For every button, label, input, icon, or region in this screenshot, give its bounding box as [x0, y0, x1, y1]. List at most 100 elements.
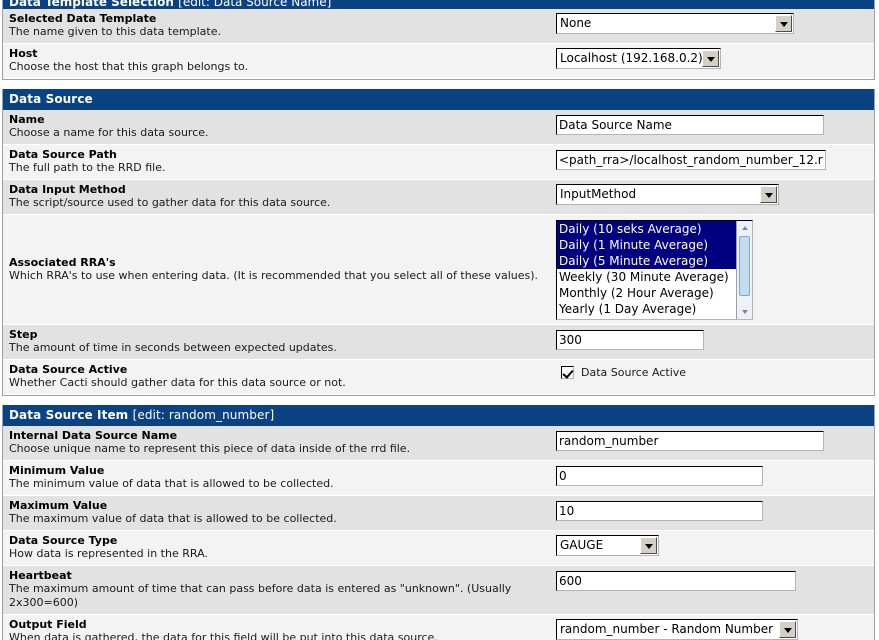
row-data-input-method: Data Input Method The script/source used…: [3, 180, 874, 215]
data-input-method-select[interactable]: InputMethod: [556, 184, 779, 205]
row-selected-data-template: Selected Data Template The name given to…: [3, 9, 874, 44]
listbox-scrollbar[interactable]: [736, 220, 752, 319]
field-cell: InputMethod: [556, 180, 874, 209]
label-cell: Data Source Active Whether Cacti should …: [3, 360, 556, 394]
field-label: Output Field: [9, 618, 87, 631]
panel-data-source-item: Data Source Item [edit: random_number] I…: [2, 405, 875, 640]
label-cell: Minimum Value The minimum value of data …: [3, 461, 556, 495]
row-maximum-value: Maximum Value The maximum value of data …: [3, 496, 874, 531]
data-source-active-checkbox-group[interactable]: Data Source Active: [556, 364, 874, 379]
field-description: Whether Cacti should gather data for thi…: [9, 376, 346, 389]
field-label: Internal Data Source Name: [9, 429, 178, 442]
name-input[interactable]: [556, 115, 824, 135]
scrollbar-thumb[interactable]: [739, 235, 750, 296]
field-cell: [556, 145, 874, 174]
label-cell: Selected Data Template The name given to…: [3, 9, 556, 43]
heartbeat-input[interactable]: [556, 571, 796, 591]
field-description: Choose unique name to represent this pie…: [9, 442, 411, 455]
field-cell: [556, 496, 874, 525]
field-cell: None: [556, 9, 874, 38]
field-description: The full path to the RRD file.: [9, 161, 166, 174]
row-internal-data-source-name: Internal Data Source Name Choose unique …: [3, 426, 874, 461]
maximum-value-input[interactable]: [556, 501, 763, 521]
field-description: The name given to this data template.: [9, 25, 221, 38]
cacti-data-source-edit-page: Data Template Selection [edit: Data Sour…: [0, 0, 879, 640]
list-item[interactable]: Daily (10 seks Average): [557, 220, 736, 237]
chevron-down-icon[interactable]: [775, 15, 792, 32]
row-heartbeat: Heartbeat The maximum amount of time tha…: [3, 566, 874, 615]
row-data-source-type: Data Source Type How data is represented…: [3, 531, 874, 566]
list-item[interactable]: Weekly (30 Minute Average): [557, 269, 736, 285]
field-cell: GAUGE: [556, 531, 874, 560]
row-associated-rras: Associated RRA's Which RRA's to use when…: [3, 215, 874, 325]
data-source-type-select[interactable]: GAUGE: [556, 535, 659, 556]
list-item[interactable]: Yearly (1 Day Average): [557, 301, 736, 317]
section-header-data-source: Data Source: [3, 89, 874, 110]
output-field-select[interactable]: random_number - Random Number: [556, 619, 798, 640]
data-source-active-checkbox[interactable]: [561, 366, 574, 379]
label-cell: Heartbeat The maximum amount of time tha…: [3, 566, 556, 614]
row-step: Step The amount of time in seconds betwe…: [3, 325, 874, 360]
select-value: Localhost (192.168.0.2): [560, 51, 702, 65]
row-host: Host Choose the host that this graph bel…: [3, 44, 874, 79]
minimum-value-input[interactable]: [556, 466, 763, 486]
selected-data-template-select[interactable]: None: [556, 13, 794, 34]
section-subtitle: [edit: random_number]: [132, 408, 275, 422]
field-label: Data Source Path: [9, 148, 117, 161]
section-title: Data Source: [9, 92, 93, 106]
chevron-down-icon[interactable]: [702, 50, 719, 67]
field-description: The script/source used to gather data fo…: [9, 196, 331, 209]
label-cell: Internal Data Source Name Choose unique …: [3, 426, 556, 460]
section-title: Data Template Selection: [9, 0, 174, 9]
label-cell: Data Source Type How data is represented…: [3, 531, 556, 565]
row-minimum-value: Minimum Value The minimum value of data …: [3, 461, 874, 496]
field-cell: Localhost (192.168.0.2): [556, 44, 874, 73]
field-cell: [556, 566, 874, 595]
row-data-source-active: Data Source Active Whether Cacti should …: [3, 360, 874, 395]
data-source-path-input[interactable]: [556, 150, 826, 170]
select-value: InputMethod: [560, 187, 637, 201]
host-select[interactable]: Localhost (192.168.0.2): [556, 48, 721, 69]
list-item[interactable]: Monthly (2 Hour Average): [557, 285, 736, 301]
scroll-down-arrow-icon[interactable]: [737, 304, 752, 319]
list-item[interactable]: Daily (1 Minute Average): [557, 236, 736, 253]
chevron-down-icon[interactable]: [640, 537, 657, 554]
select-value: None: [560, 16, 592, 30]
section-title: Data Source Item: [9, 408, 129, 422]
chevron-down-icon[interactable]: [760, 186, 777, 203]
chevron-down-icon[interactable]: [779, 621, 796, 638]
checkbox-label: Data Source Active: [581, 366, 687, 379]
field-label: Host: [9, 47, 38, 60]
field-description: The amount of time in seconds between ex…: [9, 341, 337, 354]
field-description: Choose the host that this graph belongs …: [9, 60, 249, 73]
panel-data-template-selection: Selected Data Template The name given to…: [2, 9, 875, 80]
label-cell: Data Source Path The full path to the RR…: [3, 145, 556, 179]
select-value: GAUGE: [560, 538, 604, 552]
step-input[interactable]: [556, 330, 704, 350]
list-item[interactable]: Daily (5 Minute Average): [557, 252, 736, 269]
field-label: Data Source Type: [9, 534, 118, 547]
listbox-items: Daily (10 seks Average) Daily (1 Minute …: [557, 220, 736, 319]
internal-data-source-name-input[interactable]: [556, 431, 824, 451]
label-cell: Associated RRA's Which RRA's to use when…: [3, 253, 556, 287]
row-name: Name Choose a name for this data source.: [3, 110, 874, 145]
field-description: The maximum amount of time that can pass…: [9, 582, 512, 609]
label-cell: Step The amount of time in seconds betwe…: [3, 325, 556, 359]
field-cell: [556, 426, 874, 455]
associated-rras-listbox[interactable]: Daily (10 seks Average) Daily (1 Minute …: [556, 219, 753, 320]
field-label: Step: [9, 328, 38, 341]
field-cell: [556, 461, 874, 490]
field-label: Minimum Value: [9, 464, 105, 477]
field-description: Choose a name for this data source.: [9, 126, 209, 139]
field-label: Heartbeat: [9, 569, 72, 582]
field-description: The maximum value of data that is allowe…: [9, 512, 337, 525]
field-label: Associated RRA's: [9, 255, 116, 269]
scroll-up-arrow-icon[interactable]: [737, 220, 752, 235]
field-label: Selected Data Template: [9, 12, 157, 25]
field-description: The minimum value of data that is allowe…: [9, 477, 334, 490]
panel-data-source: Data Source Name Choose a name for this …: [2, 89, 875, 396]
field-description: Which RRA's to use when entering data. (…: [9, 268, 539, 282]
field-cell: random_number - Random Number: [556, 615, 874, 640]
section-header-data-template-selection: Data Template Selection [edit: Data Sour…: [2, 0, 875, 9]
field-description: When data is gathered, the data for this…: [9, 631, 438, 640]
